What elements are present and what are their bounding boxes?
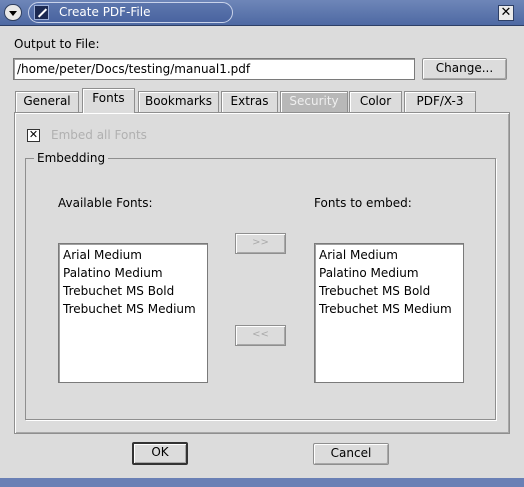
list-item[interactable]: Trebuchet MS Bold bbox=[63, 282, 207, 300]
cancel-button[interactable]: Cancel bbox=[313, 443, 389, 465]
tab-label: Color bbox=[359, 94, 392, 108]
tab-color[interactable]: Color bbox=[349, 91, 402, 112]
tab-label: Fonts bbox=[92, 91, 125, 105]
tab-fonts[interactable]: Fonts bbox=[82, 88, 135, 113]
ok-button[interactable]: OK bbox=[132, 442, 188, 465]
add-font-button[interactable]: >> bbox=[235, 233, 286, 254]
list-item[interactable]: Trebuchet MS Medium bbox=[319, 300, 463, 318]
list-item[interactable]: Arial Medium bbox=[63, 246, 207, 264]
tab-label: PDF/X-3 bbox=[416, 94, 464, 108]
list-item[interactable]: Palatino Medium bbox=[63, 264, 207, 282]
fonts-to-embed-list[interactable]: Arial Medium Palatino Medium Trebuchet M… bbox=[314, 243, 464, 383]
available-fonts-list[interactable]: Arial Medium Palatino Medium Trebuchet M… bbox=[58, 243, 208, 383]
output-file-label: Output to File: bbox=[14, 37, 100, 51]
tab-label: General bbox=[23, 94, 71, 108]
list-item[interactable]: Palatino Medium bbox=[319, 264, 463, 282]
remove-font-button[interactable]: << bbox=[235, 325, 286, 346]
tab-extras[interactable]: Extras bbox=[221, 91, 278, 112]
available-fonts-label: Available Fonts: bbox=[58, 196, 153, 210]
window-bottom-border bbox=[0, 478, 524, 487]
list-item[interactable]: Trebuchet MS Bold bbox=[319, 282, 463, 300]
window-title: Create PDF-File bbox=[28, 2, 233, 23]
embedding-group-title: Embedding bbox=[34, 151, 109, 165]
tab-label: Bookmarks bbox=[144, 94, 213, 108]
fonts-to-embed-label: Fonts to embed: bbox=[314, 196, 412, 210]
window-menu-button[interactable] bbox=[4, 4, 22, 21]
pdf-pen-icon bbox=[34, 5, 49, 20]
output-file-input[interactable]: /home/peter/Docs/testing/manual1.pdf bbox=[13, 58, 415, 80]
list-item[interactable]: Trebuchet MS Medium bbox=[63, 300, 207, 318]
embed-all-fonts-label: Embed all Fonts bbox=[51, 128, 147, 142]
embed-all-fonts-checkbox[interactable]: ✕ bbox=[27, 129, 40, 142]
tab-label: Extras bbox=[230, 94, 269, 108]
close-button[interactable]: ✕ bbox=[498, 5, 514, 21]
list-item[interactable]: Arial Medium bbox=[319, 246, 463, 264]
tab-bookmarks[interactable]: Bookmarks bbox=[138, 91, 219, 112]
change-button[interactable]: Change... bbox=[422, 58, 507, 80]
tab-pdfx3[interactable]: PDF/X-3 bbox=[404, 91, 476, 112]
tab-security: Security bbox=[280, 91, 348, 112]
tab-label: Security bbox=[289, 94, 339, 108]
tab-general[interactable]: General bbox=[15, 91, 79, 112]
